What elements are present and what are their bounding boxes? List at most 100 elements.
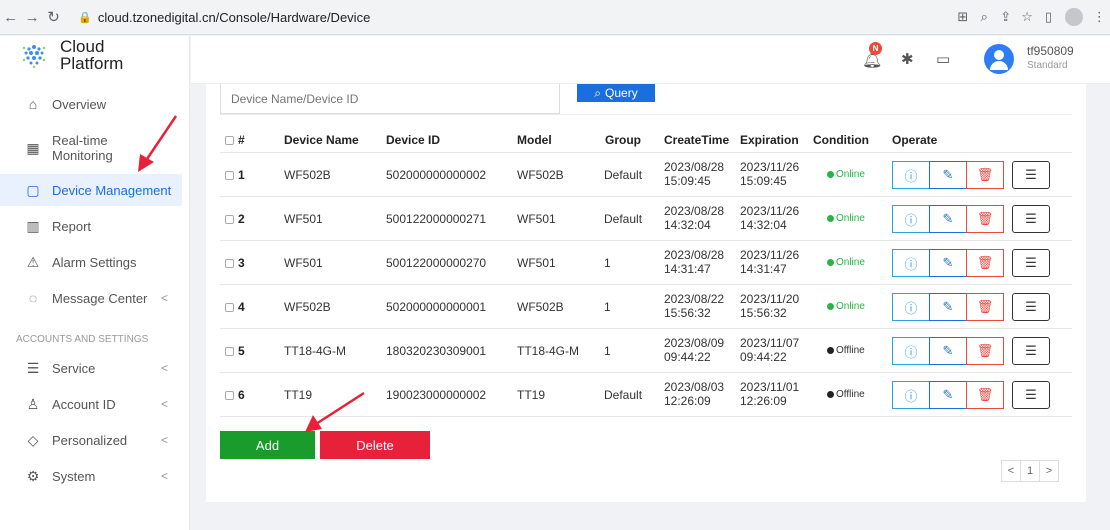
status-text: Online [836, 301, 865, 312]
sidebar-item-personalized[interactable]: ◇ Personalized < [0, 424, 182, 456]
forward-icon[interactable]: → [21, 9, 42, 26]
device-group: Default [604, 168, 643, 182]
bug-icon[interactable]: ✱ [901, 50, 914, 68]
delete-row-button[interactable]: 🗑︎ [966, 205, 1004, 233]
search-input[interactable] [220, 84, 560, 114]
expiration-time: 2023/11/26 14:32:04 [740, 204, 799, 232]
edit-button[interactable]: ✎ [929, 205, 967, 233]
row-checkbox[interactable] [225, 259, 234, 268]
details-button[interactable]: ☰ [1012, 337, 1050, 365]
bookmark-star-icon[interactable]: ☆ [1016, 9, 1037, 25]
add-button[interactable]: Add [220, 431, 315, 459]
delete-button[interactable]: Delete [320, 431, 430, 459]
expiration-clock: 12:26:09 [740, 394, 787, 408]
info-icon: ⓘ [904, 388, 918, 404]
sidebar-item-report[interactable]: ▥ Report [0, 210, 182, 242]
sidebar-item-alarm-settings[interactable]: ⚠ Alarm Settings [0, 246, 182, 278]
status-dot-icon [827, 347, 834, 354]
app-logo[interactable]: Cloud Platform [18, 38, 123, 72]
info-button[interactable]: ⓘ [892, 161, 930, 189]
edit-button[interactable]: ✎ [929, 337, 967, 365]
details-button[interactable]: ☰ [1012, 161, 1050, 189]
create-date: 2023/08/28 [664, 248, 725, 262]
delete-row-button[interactable]: 🗑︎ [966, 293, 1004, 321]
back-icon[interactable]: ← [0, 9, 21, 26]
query-button-label: Query [605, 86, 638, 100]
details-button[interactable]: ☰ [1012, 293, 1050, 321]
device-name: TT19 [284, 388, 313, 402]
edit-button[interactable]: ✎ [929, 293, 967, 321]
create-date: 2023/08/09 [664, 336, 725, 350]
row-checkbox[interactable] [225, 171, 234, 180]
details-button[interactable]: ☰ [1012, 249, 1050, 277]
device-model: WF502B [517, 168, 564, 182]
expiration-date: 2023/11/20 [740, 292, 800, 306]
device-name: WF502B [284, 300, 331, 314]
sidebar-item-system[interactable]: ⚙ System < [0, 460, 182, 492]
chat-icon[interactable]: ▭ [936, 50, 950, 68]
row-number: 4 [238, 300, 245, 314]
device-model: WF501 [517, 256, 556, 270]
info-button[interactable]: ⓘ [892, 381, 930, 409]
edit-button[interactable]: ✎ [929, 381, 967, 409]
details-button[interactable]: ☰ [1012, 381, 1050, 409]
device-model: WF501 [517, 212, 556, 226]
edit-button[interactable]: ✎ [929, 161, 967, 189]
reload-icon[interactable]: ↻ [43, 8, 64, 26]
info-icon: ⓘ [904, 212, 918, 228]
info-button[interactable]: ⓘ [892, 293, 930, 321]
details-button[interactable]: ☰ [1012, 205, 1050, 233]
select-all-checkbox[interactable] [225, 136, 234, 145]
device-group: 1 [604, 300, 611, 314]
page-number-button[interactable]: 1 [1020, 460, 1040, 482]
status-badge: Offline [827, 345, 865, 356]
home-icon: ⌂ [28, 96, 38, 112]
translate-icon[interactable]: ⊞ [952, 9, 973, 25]
info-icon: ⓘ [904, 300, 918, 316]
row-checkbox[interactable] [225, 215, 234, 224]
sidepanel-icon[interactable]: ▯ [1038, 9, 1059, 25]
delete-row-button[interactable]: 🗑︎ [966, 337, 1004, 365]
sidebar-item-device-management[interactable]: ▢ Device Management [0, 174, 182, 206]
create-time: 2023/08/28 15:09:45 [664, 160, 724, 188]
delete-row-button[interactable]: 🗑︎ [966, 161, 1004, 189]
info-icon: ⓘ [904, 344, 918, 360]
trash-icon: 🗑︎ [976, 387, 994, 402]
expiration-date: 2023/11/26 [740, 160, 800, 174]
browser-profile-icon[interactable] [1065, 8, 1083, 26]
share-icon[interactable]: ⇪ [995, 9, 1016, 25]
sidebar-item-message-center[interactable]: ◌ Message Center < [0, 282, 182, 314]
edit-icon: ✎ [942, 343, 954, 358]
info-button[interactable]: ⓘ [892, 249, 930, 277]
address-bar[interactable]: 🔒 cloud.tzonedigital.cn/Console/Hardware… [72, 4, 953, 30]
sidebar-item-service[interactable]: ☰ Service < [0, 352, 182, 384]
avatar[interactable] [984, 44, 1014, 74]
info-icon: ⓘ [904, 168, 918, 184]
table-row: 4 WF502B 502000000000001 WF502B 1 2023/08/22 1… [220, 284, 1072, 328]
expiration-time: 2023/11/07 09:44:22 [740, 336, 799, 364]
user-name[interactable]: tf950809 [1027, 44, 1074, 58]
info-button[interactable]: ⓘ [892, 337, 930, 365]
prev-page-button[interactable]: < [1001, 460, 1021, 482]
list-icon: ☰ [1025, 255, 1037, 270]
table-row: 6 TT19 190023000000002 TT19 Default 2023/08/0… [220, 372, 1072, 416]
status-badge: Online [827, 213, 865, 224]
next-page-button[interactable]: > [1039, 460, 1059, 482]
delete-row-button[interactable]: 🗑︎ [966, 249, 1004, 277]
info-button[interactable]: ⓘ [892, 205, 930, 233]
edit-button[interactable]: ✎ [929, 249, 967, 277]
delete-row-button[interactable]: 🗑︎ [966, 381, 1004, 409]
sidebar-item-account-id[interactable]: ♙ Account ID < [0, 388, 182, 420]
sidebar-item-overview[interactable]: ⌂ Overview [0, 88, 182, 120]
alarm-icon: ⚠ [26, 253, 40, 270]
row-checkbox[interactable] [225, 347, 234, 356]
zoom-icon[interactable]: ⌕ [974, 9, 995, 25]
sidebar-item-realtime-monitoring[interactable]: ▦ Real-time Monitoring [0, 128, 182, 168]
status-badge: Online [827, 257, 865, 268]
grid-icon: ▦ [26, 139, 40, 156]
row-checkbox[interactable] [225, 391, 234, 400]
browser-menu-icon[interactable]: ⋮ [1089, 9, 1110, 25]
table-row: 1 WF502B 502000000000002 WF502B Default 2023/… [220, 152, 1072, 196]
query-button[interactable]: ⌕ Query [577, 84, 655, 102]
row-checkbox[interactable] [225, 303, 234, 312]
